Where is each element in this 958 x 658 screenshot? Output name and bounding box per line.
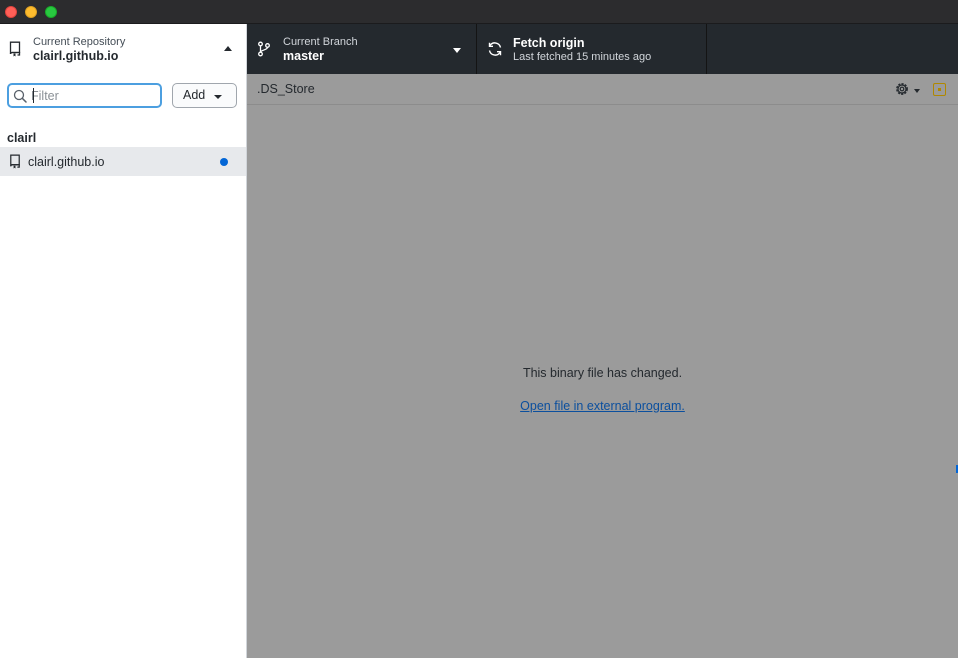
repo-list-item[interactable]: clairl.github.io bbox=[0, 147, 246, 176]
changes-indicator-dot bbox=[220, 158, 228, 166]
add-button-label: Add bbox=[183, 88, 206, 102]
file-name: .DS_Store bbox=[257, 82, 315, 96]
chevron-down-icon[interactable] bbox=[914, 89, 920, 93]
diff-file-header: .DS_Store bbox=[247, 74, 958, 105]
title-bar bbox=[0, 0, 958, 24]
expand-diff-icon[interactable] bbox=[933, 83, 946, 96]
fetch-origin-button[interactable]: Fetch origin Last fetched 15 minutes ago bbox=[477, 24, 707, 74]
text-cursor bbox=[33, 88, 34, 103]
gear-icon[interactable] bbox=[893, 80, 911, 98]
toolbar: Current Branch master Fetch origin Last … bbox=[247, 24, 958, 74]
current-repository-button[interactable]: Current Repository clairl.github.io bbox=[0, 24, 247, 74]
repo-name: clairl.github.io bbox=[28, 155, 105, 169]
chevron-down-icon bbox=[453, 48, 461, 53]
binary-file-message: This binary file has changed. bbox=[522, 366, 683, 380]
repo-group-title: clairl bbox=[7, 131, 37, 145]
repo-icon bbox=[9, 41, 21, 57]
current-repository-name: clairl.github.io bbox=[33, 49, 119, 63]
zoom-window-button[interactable] bbox=[45, 6, 57, 18]
branch-icon bbox=[258, 41, 270, 57]
repository-list-panel: Current Repository clairl.github.io Add … bbox=[0, 24, 247, 658]
open-external-link-row: Open file in external program. bbox=[247, 399, 958, 413]
repo-icon bbox=[10, 154, 20, 169]
current-branch-button[interactable]: Current Branch master bbox=[247, 24, 477, 74]
chevron-down-icon bbox=[214, 95, 222, 99]
filter-input[interactable] bbox=[31, 86, 159, 105]
search-icon bbox=[13, 89, 27, 103]
open-in-external-program-link[interactable]: Open file in external program. bbox=[520, 399, 685, 413]
current-branch-label: Current Branch bbox=[283, 36, 358, 48]
fetch-origin-label: Fetch origin bbox=[513, 36, 585, 50]
close-window-button[interactable] bbox=[5, 6, 17, 18]
current-repository-label: Current Repository bbox=[33, 36, 126, 48]
chevron-up-icon bbox=[224, 46, 232, 51]
minimize-window-button[interactable] bbox=[25, 6, 37, 18]
sync-icon bbox=[488, 42, 502, 56]
add-repository-button[interactable]: Add bbox=[172, 83, 237, 108]
filter-field[interactable] bbox=[7, 83, 162, 108]
current-branch-name: master bbox=[283, 49, 324, 63]
last-fetched-text: Last fetched 15 minutes ago bbox=[513, 51, 652, 63]
diff-view: This binary file has changed. Open file … bbox=[247, 105, 958, 658]
